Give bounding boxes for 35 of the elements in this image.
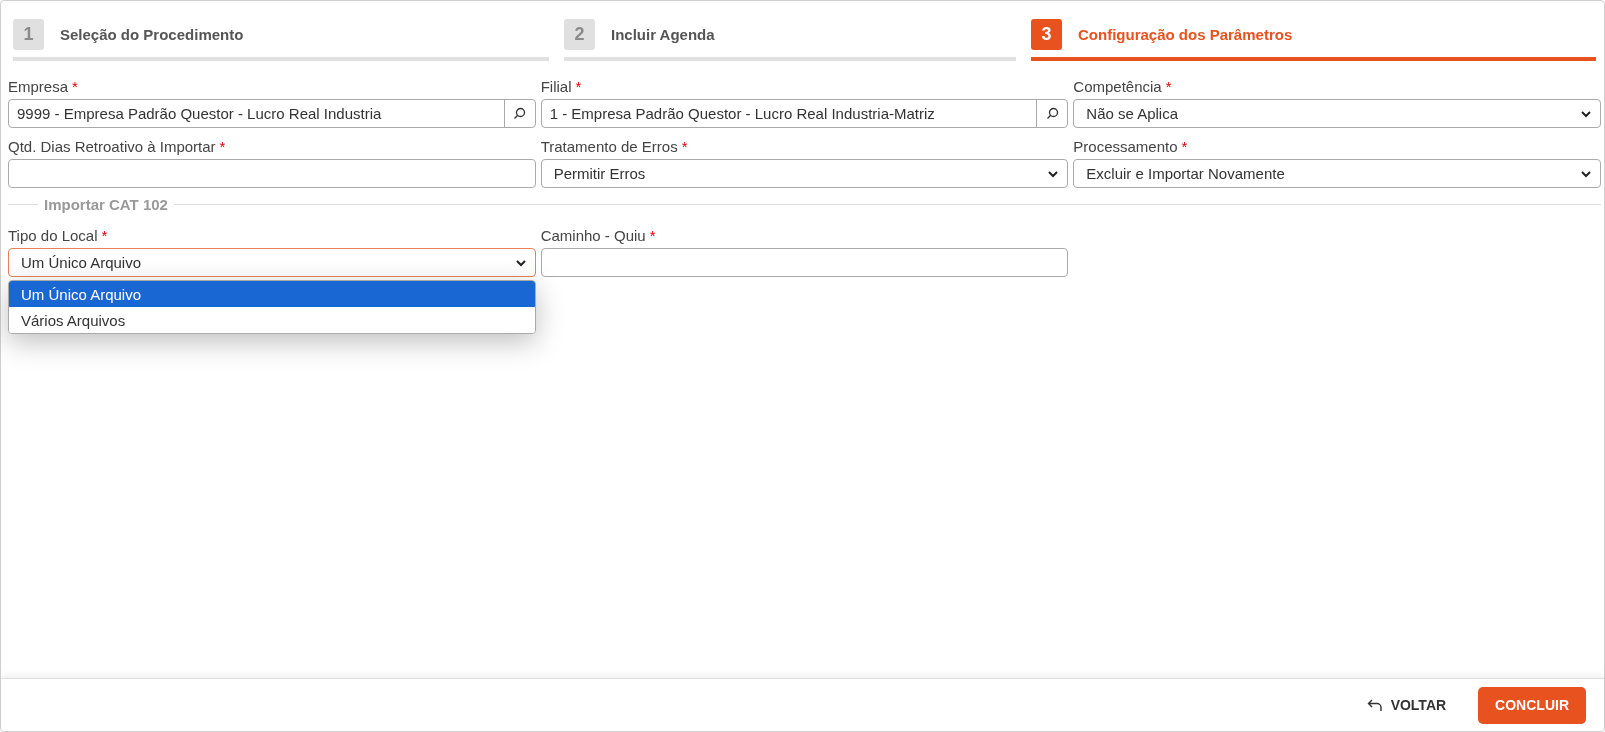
input-field[interactable] xyxy=(540,248,1069,277)
step-tab[interactable]: 2 Incluir Agenda xyxy=(564,19,1016,61)
required-mark: * xyxy=(72,78,78,95)
field-label: Empresa xyxy=(8,78,69,95)
field-label: Filial xyxy=(540,78,572,95)
select-field[interactable]: Não se Aplica xyxy=(1073,99,1601,128)
required-mark: * xyxy=(219,138,226,155)
required-mark: * xyxy=(1165,78,1172,95)
field-label: Tipo do Local xyxy=(8,227,98,244)
select-field[interactable]: Permitir Erros xyxy=(540,159,1069,188)
lookup-field[interactable]: 1 - Empresa Padrão Questor - Lucro Real Industria-Matriz xyxy=(540,99,1069,128)
select-field[interactable]: Excluir e Importar Novamente xyxy=(1073,159,1601,188)
section-title: Importar CAT 102 xyxy=(44,196,168,213)
back-button[interactable]: VOLTAR xyxy=(1358,691,1455,719)
field-label: Qtd. Dias Retroativo à Importar xyxy=(8,138,216,155)
step-tab[interactable]: 3 Configuração dos Parâmetros xyxy=(1031,19,1596,61)
field-label: Caminho - Quiu xyxy=(540,227,646,244)
select-field[interactable]: Um Único Arquivo xyxy=(8,248,536,277)
dropdown-option[interactable]: Um Único Arquivo xyxy=(9,281,535,307)
search-icon xyxy=(1045,107,1059,120)
input-field[interactable] xyxy=(8,159,536,188)
step-tab[interactable]: 1 Seleção do Procedimento xyxy=(13,19,549,61)
finish-button[interactable]: CONCLUIR xyxy=(1478,686,1586,724)
dropdown-option[interactable]: Vários Arquivos xyxy=(9,307,535,333)
required-mark: * xyxy=(1181,138,1188,155)
required-mark: * xyxy=(649,227,656,244)
required-mark: * xyxy=(681,138,688,155)
undo-arrow-icon xyxy=(1366,698,1383,712)
field-label: Competência xyxy=(1073,78,1162,95)
lookup-field[interactable]: 9999 - Empresa Padrão Questor - Lucro Real Industria xyxy=(8,99,536,128)
field-label: Processamento xyxy=(1073,138,1178,155)
search-icon xyxy=(513,107,527,120)
field-label: Tratamento de Erros xyxy=(540,138,678,155)
required-mark: * xyxy=(575,78,582,95)
required-mark: * xyxy=(101,227,108,244)
